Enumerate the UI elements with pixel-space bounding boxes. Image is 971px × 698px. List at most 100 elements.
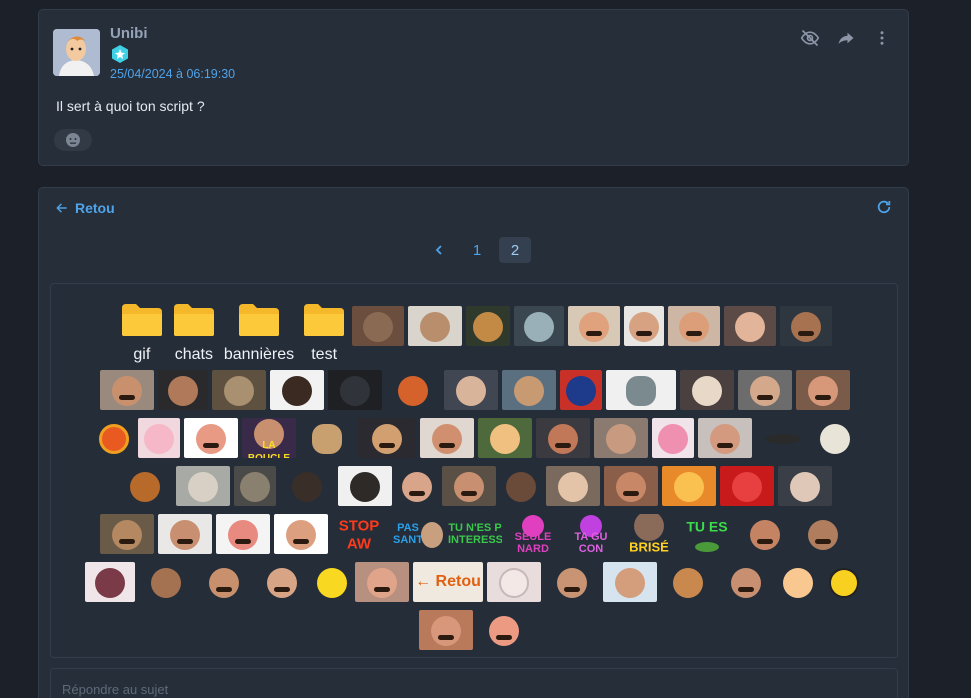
sticker[interactable]: TA GU CON xyxy=(564,514,618,554)
sticker[interactable] xyxy=(274,514,328,554)
sticker[interactable] xyxy=(606,370,676,410)
sticker[interactable] xyxy=(652,418,694,458)
sticker[interactable] xyxy=(313,562,351,602)
sticker[interactable] xyxy=(738,514,792,554)
sticker[interactable] xyxy=(756,418,810,458)
sticker[interactable] xyxy=(300,418,354,458)
sticker[interactable] xyxy=(514,306,565,346)
hide-post-button[interactable] xyxy=(798,26,822,50)
sticker[interactable] xyxy=(100,370,154,410)
sticker[interactable] xyxy=(216,514,270,554)
folder-gif[interactable]: gif xyxy=(118,302,166,364)
post-timestamp[interactable]: 25/04/2024 à 06:19:30 xyxy=(110,67,235,81)
sticker[interactable] xyxy=(94,418,134,458)
sticker[interactable] xyxy=(338,466,392,506)
folder-test[interactable]: test xyxy=(300,302,348,364)
sticker[interactable] xyxy=(698,418,752,458)
sticker[interactable] xyxy=(545,562,599,602)
sticker[interactable] xyxy=(568,306,621,346)
sticker[interactable] xyxy=(604,466,658,506)
sticker[interactable] xyxy=(603,562,657,602)
sticker[interactable] xyxy=(724,306,777,346)
prev-page-button[interactable] xyxy=(423,237,455,263)
sticker[interactable] xyxy=(270,370,324,410)
sticker[interactable] xyxy=(138,418,180,458)
reply-input[interactable]: Répondre au sujet xyxy=(50,668,898,698)
sticker[interactable] xyxy=(158,370,208,410)
sticker[interactable] xyxy=(624,306,665,346)
sticker[interactable] xyxy=(100,514,154,554)
folder-icon xyxy=(173,304,214,336)
sticker[interactable] xyxy=(719,562,773,602)
back-button[interactable]: Retou xyxy=(55,198,115,218)
folder-label: test xyxy=(311,346,338,363)
sticker[interactable] xyxy=(328,370,382,410)
folder-bannieres[interactable]: bannières xyxy=(222,302,296,364)
sticker[interactable] xyxy=(777,562,819,602)
folder-icon xyxy=(121,304,162,336)
sticker[interactable] xyxy=(738,370,792,410)
sticker[interactable] xyxy=(255,562,309,602)
refresh-button[interactable] xyxy=(876,199,892,215)
page-2-button[interactable]: 2 xyxy=(499,237,531,263)
sticker[interactable]: SEULE NARD xyxy=(506,514,560,554)
sticker[interactable] xyxy=(234,466,276,506)
sticker[interactable]: BRISÉ xyxy=(622,514,676,554)
sticker[interactable] xyxy=(546,466,600,506)
sticker[interactable] xyxy=(478,418,532,458)
sticker[interactable] xyxy=(668,306,721,346)
sticker[interactable] xyxy=(158,514,212,554)
sticker[interactable] xyxy=(502,370,556,410)
folder-chats[interactable]: chats xyxy=(170,302,218,364)
sticker[interactable] xyxy=(139,562,193,602)
sticker[interactable] xyxy=(85,562,135,602)
sticker[interactable] xyxy=(594,418,648,458)
sticker[interactable] xyxy=(419,610,473,650)
sticker[interactable] xyxy=(823,562,865,602)
sticker[interactable] xyxy=(487,562,541,602)
more-options-button[interactable] xyxy=(870,26,894,50)
sticker[interactable] xyxy=(358,418,416,458)
sticker[interactable] xyxy=(197,562,251,602)
add-reaction-button[interactable] xyxy=(54,129,92,151)
sticker[interactable] xyxy=(680,370,734,410)
sticker[interactable] xyxy=(814,418,856,458)
sticker[interactable] xyxy=(720,466,774,506)
sticker[interactable]: STOP AW xyxy=(332,514,386,554)
sticker[interactable] xyxy=(408,306,463,346)
sticker[interactable] xyxy=(355,562,409,602)
sticker[interactable]: TU N'ES P INTERESS xyxy=(448,514,502,554)
sticker[interactable] xyxy=(280,466,334,506)
sticker[interactable] xyxy=(662,466,716,506)
sticker[interactable] xyxy=(780,306,833,346)
sticker[interactable] xyxy=(386,370,440,410)
author-avatar[interactable] xyxy=(53,29,100,76)
sticker[interactable] xyxy=(420,418,474,458)
sticker[interactable] xyxy=(352,306,405,346)
sticker[interactable]: PAS SANT xyxy=(390,514,444,554)
sticker[interactable]: LA BOUCLE xyxy=(242,418,296,458)
sticker[interactable] xyxy=(444,370,498,410)
sticker[interactable]: ← Retou xyxy=(413,562,483,602)
sticker[interactable] xyxy=(176,466,230,506)
sticker[interactable] xyxy=(500,466,542,506)
sticker[interactable] xyxy=(466,306,511,346)
sticker[interactable]: TU ES xyxy=(680,514,734,554)
back-label: Retou xyxy=(75,200,115,216)
sticker[interactable] xyxy=(796,370,850,410)
share-button[interactable] xyxy=(834,26,858,50)
author-name[interactable]: Unibi xyxy=(110,25,148,42)
sticker[interactable] xyxy=(184,418,238,458)
sticker[interactable] xyxy=(560,370,602,410)
sticker[interactable] xyxy=(442,466,496,506)
sticker[interactable] xyxy=(778,466,832,506)
sticker[interactable] xyxy=(661,562,715,602)
sticker[interactable] xyxy=(212,370,266,410)
sticker[interactable] xyxy=(796,514,850,554)
page-1-button[interactable]: 1 xyxy=(461,237,493,263)
sticker[interactable] xyxy=(118,466,172,506)
sticker[interactable] xyxy=(396,466,438,506)
emoji-icon xyxy=(66,133,80,147)
sticker[interactable] xyxy=(536,418,590,458)
sticker[interactable] xyxy=(477,610,531,650)
